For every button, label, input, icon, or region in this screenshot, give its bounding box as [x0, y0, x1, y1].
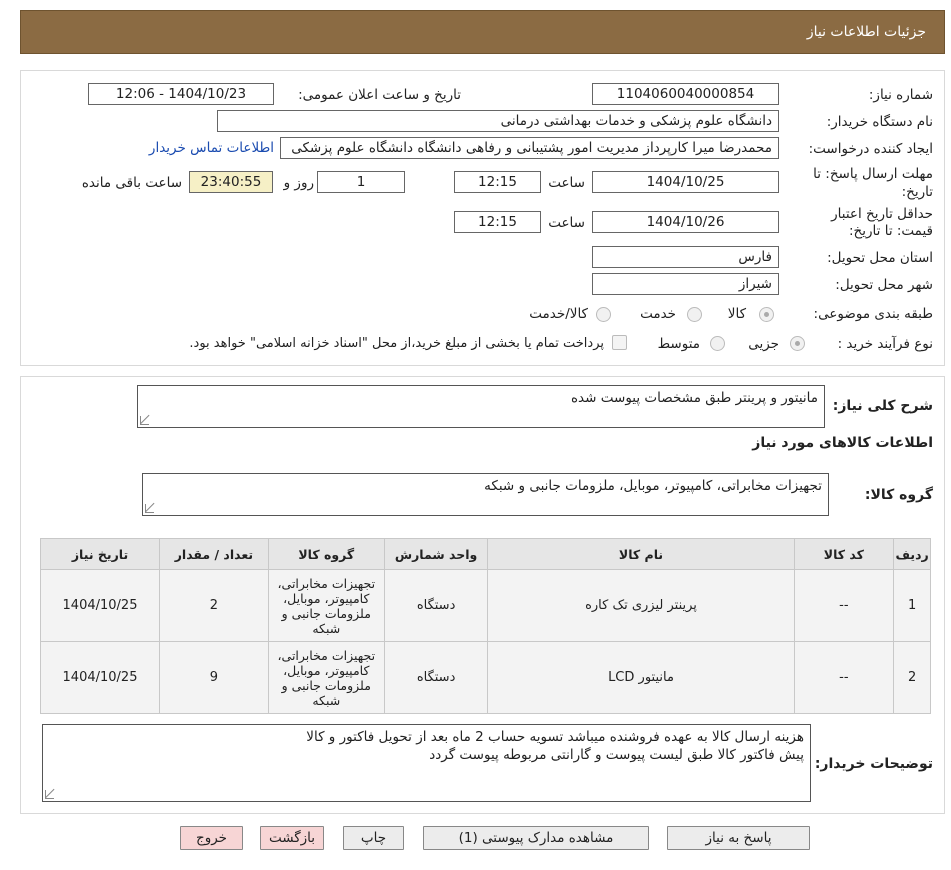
view-attachments-button[interactable]: مشاهده مدارک پیوستی (1)	[423, 826, 649, 850]
announce-label: تاریخ و ساعت اعلان عمومی:	[298, 87, 461, 103]
deadline-label-line1: مهلت ارسال پاسخ: تا	[813, 166, 933, 182]
buyer-contact-link[interactable]: اطلاعات تماس خریدار	[149, 140, 274, 156]
buyer-org-label: نام دستگاه خریدار:	[826, 114, 933, 130]
cell-row: 2	[893, 641, 931, 714]
remaining-time-field: 23:40:55	[189, 171, 273, 193]
resize-handle-icon[interactable]	[145, 504, 154, 513]
col-qty-header: تعداد / مقدار	[159, 538, 269, 570]
back-button[interactable]: بازگشت	[260, 826, 324, 850]
category-radio-goods-service[interactable]	[596, 307, 611, 322]
need-number-label: شماره نیاز:	[868, 87, 933, 103]
category-option-goods: کالا	[727, 306, 746, 322]
cell-unit: دستگاه	[383, 569, 489, 642]
col-unit-header: واحد شمارش	[383, 538, 489, 570]
items-heading: اطلاعات کالاهای مورد نیاز	[752, 435, 933, 451]
buyer-notes-label: توضیحات خریدار:	[814, 756, 933, 772]
items-table: ردیف کد کالا نام کالا واحد شمارش گروه کا…	[39, 538, 931, 714]
process-radio-medium[interactable]	[710, 336, 725, 351]
table-header-row: ردیف کد کالا نام کالا واحد شمارش گروه کا…	[39, 538, 931, 570]
city-field[interactable]: شیراز	[592, 273, 779, 295]
days-remaining-field[interactable]: 1	[317, 171, 405, 193]
validity-label-line2: قیمت: تا تاریخ:	[849, 223, 933, 239]
process-option-medium: متوسط	[657, 336, 700, 352]
announce-datetime-field[interactable]: 1404/10/23 - 12:06	[88, 83, 274, 105]
resize-handle-icon[interactable]	[140, 416, 149, 425]
summary-label: شرح کلی نیاز:	[832, 398, 933, 414]
col-date-header: تاریخ نیاز	[39, 538, 161, 570]
validity-time-label: ساعت	[548, 215, 585, 231]
province-label: استان محل تحویل:	[827, 250, 933, 266]
deadline-time-label: ساعت	[548, 175, 585, 191]
col-row-header: ردیف	[893, 538, 931, 570]
days-label: روز و	[283, 175, 314, 191]
requester-field[interactable]: محمدرضا میرا کارپرداز مدیریت امور پشتیبا…	[280, 137, 779, 159]
summary-text: مانیتور و پرینتر طبق مشخصات پیوست شده	[570, 390, 818, 406]
buyer-org-field[interactable]: دانشگاه علوم پزشکی و خدمات بهداشتی درمان…	[217, 110, 779, 132]
remaining-time-label: ساعت باقی مانده	[81, 175, 182, 191]
buyer-notes-textarea[interactable]: هزینه ارسال کالا به عهده فروشنده میباشد …	[42, 724, 811, 802]
col-name-header: نام کالا	[487, 538, 795, 570]
print-button[interactable]: چاپ	[343, 826, 404, 850]
requester-label: ایجاد کننده درخواست:	[808, 141, 933, 157]
buyer-notes-line1: هزینه ارسال کالا به عهده فروشنده میباشد …	[306, 729, 804, 745]
deadline-date-field[interactable]: 1404/10/25	[592, 171, 779, 193]
cell-date: 1404/10/25	[39, 569, 161, 642]
cell-row: 1	[893, 569, 931, 642]
cell-code: --	[793, 641, 895, 714]
validity-time-field[interactable]: 12:15	[454, 211, 541, 233]
deadline-time-field[interactable]: 12:15	[454, 171, 541, 193]
group-textarea[interactable]: تجهیزات مخابراتی، کامپیوتر، موبایل، ملزو…	[142, 473, 829, 516]
reply-button[interactable]: پاسخ به نیاز	[667, 826, 810, 850]
process-radio-minor[interactable]	[790, 336, 805, 351]
table-row: 1 -- پرینتر لیزری تک کاره دستگاه تجهیزات…	[39, 569, 931, 642]
exit-button[interactable]: خروج	[180, 826, 243, 850]
city-label: شهر محل تحویل:	[835, 277, 933, 293]
cell-group: تجهیزات مخابراتی، کامپیوتر، موبایل، ملزو…	[267, 569, 385, 642]
cell-qty: 9	[159, 641, 269, 714]
validity-label-line1: حداقل تاریخ اعتبار	[831, 206, 933, 222]
cell-name: مانیتور LCD	[487, 641, 795, 714]
col-code-header: کد کالا	[793, 538, 895, 570]
cell-name: پرینتر لیزری تک کاره	[487, 569, 795, 642]
process-label: نوع فرآیند خرید :	[837, 336, 933, 352]
deadline-label-line2: تاریخ:	[901, 184, 933, 200]
cell-group: تجهیزات مخابراتی، کامپیوتر، موبایل، ملزو…	[267, 641, 385, 714]
cell-qty: 2	[159, 569, 269, 642]
treasury-payment-note: پرداخت تمام یا بخشی از مبلغ خرید،از محل …	[189, 336, 604, 351]
page-title: جزئیات اطلاعات نیاز	[806, 24, 926, 40]
buyer-notes-line2: پیش فاکتور کالا طبق لیست پیوست و گارانتی…	[429, 747, 804, 763]
cell-code: --	[793, 569, 895, 642]
category-radio-service[interactable]	[687, 307, 702, 322]
table-row: 2 -- مانیتور LCD دستگاه تجهیزات مخابراتی…	[39, 641, 931, 714]
page-header: جزئیات اطلاعات نیاز	[20, 10, 945, 54]
group-text: تجهیزات مخابراتی، کامپیوتر، موبایل، ملزو…	[484, 478, 822, 494]
col-group-header: گروه کالا	[267, 538, 385, 570]
category-option-goods-service: کالا/خدمت	[529, 306, 588, 322]
province-field[interactable]: فارس	[592, 246, 779, 268]
category-label: طبقه بندی موضوعی:	[813, 306, 933, 322]
validity-date-field[interactable]: 1404/10/26	[592, 211, 779, 233]
treasury-payment-checkbox[interactable]	[612, 335, 627, 350]
need-number-field[interactable]: 1104060040000854	[592, 83, 779, 105]
category-radio-goods[interactable]	[759, 307, 774, 322]
resize-handle-icon[interactable]	[45, 790, 54, 799]
cell-date: 1404/10/25	[39, 641, 161, 714]
category-option-service: خدمت	[640, 306, 676, 322]
process-option-minor: جزیی	[748, 336, 779, 352]
cell-unit: دستگاه	[383, 641, 489, 714]
group-label: گروه کالا:	[864, 487, 933, 503]
summary-textarea[interactable]: مانیتور و پرینتر طبق مشخصات پیوست شده	[137, 385, 825, 428]
